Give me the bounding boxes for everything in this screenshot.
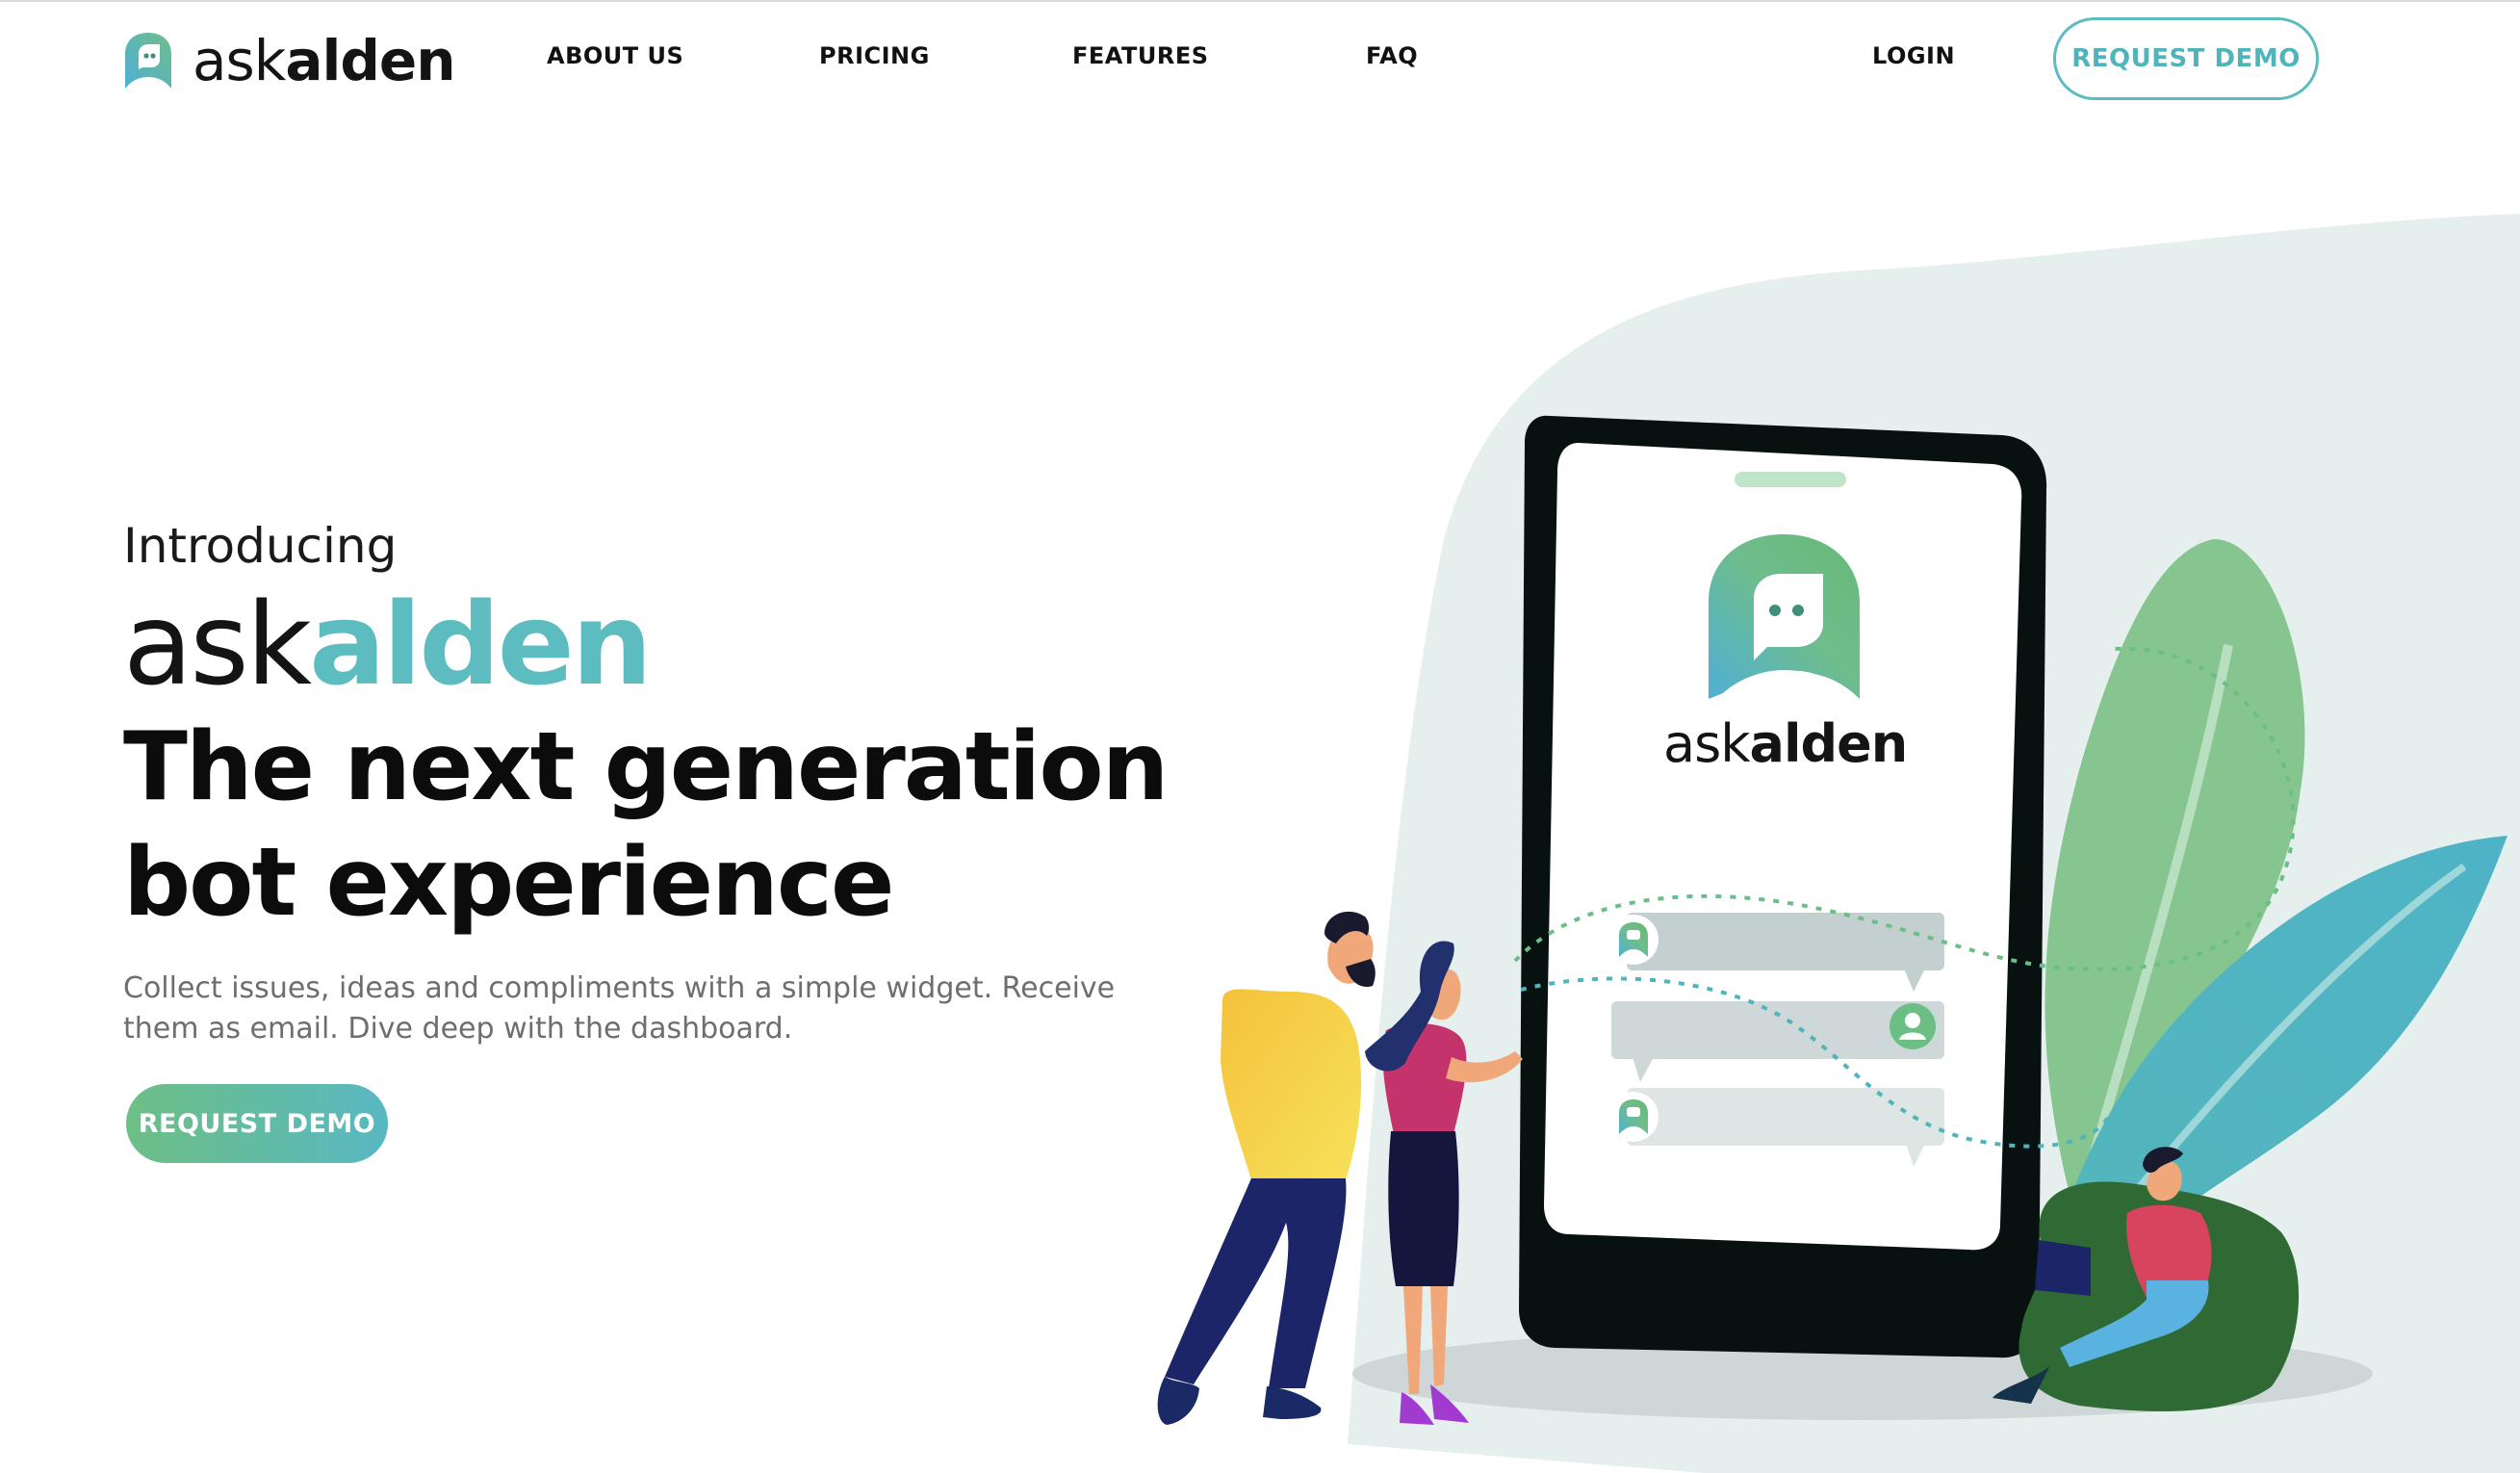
user-avatar-icon <box>1890 1003 1936 1049</box>
login-link[interactable]: LOGIN <box>1872 42 1955 69</box>
phone-logo-ask: ask <box>1663 713 1750 774</box>
hero-brand-name: askalden <box>123 584 653 705</box>
logo-alden: alden <box>285 28 455 93</box>
hero-description: Collect issues, ideas and compliments wi… <box>123 971 1116 1046</box>
man-figure <box>1157 911 1376 1425</box>
nav-features[interactable]: FEATURES <box>1072 42 1209 69</box>
askalden-logo-icon <box>125 33 171 89</box>
chat-bubbles <box>1608 913 1944 1167</box>
nav-about-us[interactable]: ABOUT US <box>547 42 683 69</box>
nav-faq[interactable]: FAQ <box>1366 42 1418 69</box>
nav-pricing[interactable]: PRICING <box>819 42 930 69</box>
logo-ask: ask <box>193 28 286 93</box>
brand-logo[interactable]: askalden <box>123 31 456 90</box>
hero-intro: Introducing <box>123 518 398 574</box>
logo-wordmark: askalden <box>193 33 456 89</box>
bot-avatar-icon <box>1608 915 1659 965</box>
request-demo-button-header[interactable]: REQUEST DEMO <box>2053 17 2319 100</box>
phone-logo-alden: alden <box>1749 713 1909 774</box>
hero-headline: The next generation bot experience <box>123 711 1182 941</box>
hero-headline-line2: bot experience <box>123 827 894 938</box>
phone-logo-wordmark: askalden <box>1663 718 1908 770</box>
hero-headline-line1: The next generation <box>123 712 1169 822</box>
bot-avatar-icon <box>1608 1092 1659 1142</box>
request-demo-button-hero[interactable]: REQUEST DEMO <box>126 1084 388 1163</box>
hero-brand-ask: ask <box>123 578 312 711</box>
hero-brand-alden: alden <box>309 578 653 711</box>
